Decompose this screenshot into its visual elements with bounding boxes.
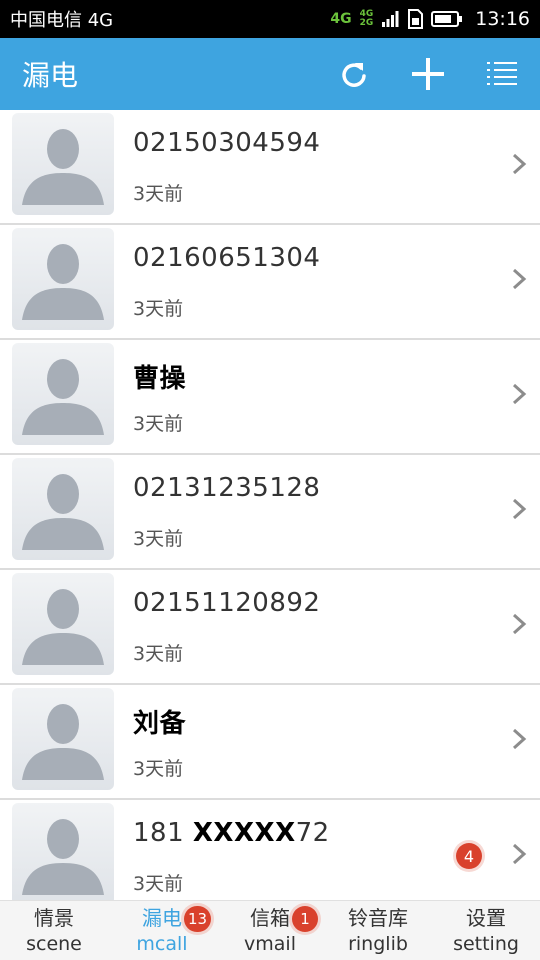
chevron-right-icon (512, 613, 527, 635)
missed-count-badge: 4 (456, 843, 482, 869)
caller-number-suffix: 72 (295, 818, 330, 848)
plus-icon (412, 58, 444, 90)
avatar (12, 573, 114, 675)
avatar-icon (22, 819, 104, 895)
avatar (12, 228, 114, 330)
list-item[interactable]: 02160651304 3天前 (0, 225, 540, 340)
avatar (12, 458, 114, 560)
caller-name: 181 XXXXX72 (133, 818, 330, 848)
tab-label-en: scene (26, 933, 82, 955)
tab-label-en: setting (453, 933, 519, 955)
sim-card-icon (408, 9, 424, 29)
call-time: 3天前 (133, 873, 184, 895)
chevron-right-icon (512, 728, 527, 750)
signal-icon (382, 11, 399, 27)
chevron-right-icon (512, 498, 527, 520)
tab-label-cn: 情景 (34, 906, 74, 930)
tab-label-en: ringlib (348, 933, 408, 955)
avatar-icon (22, 359, 104, 435)
avatar (12, 688, 114, 790)
tab-vmail[interactable]: 信箱 vmail 1 (216, 901, 324, 960)
avatar-icon (22, 704, 104, 780)
status-bar: 中国电信 4G 4G 4G 2G 13:16 (0, 0, 540, 38)
battery-icon (431, 11, 463, 27)
caller-name: 02151120892 (133, 588, 321, 618)
caller-number-prefix: 181 (133, 818, 193, 848)
caller-name: 02150304594 (133, 128, 321, 158)
page-title: 漏电 (22, 59, 79, 92)
list-item[interactable]: 刘备 3天前 (0, 685, 540, 800)
tab-setting[interactable]: 设置 setting (432, 901, 540, 960)
tab-badge: 13 (184, 906, 212, 932)
call-time: 3天前 (133, 413, 184, 435)
tab-badge: 1 (292, 906, 318, 932)
caller-name: 刘备 (133, 709, 187, 739)
refresh-icon (342, 63, 366, 87)
chevron-right-icon (512, 843, 527, 865)
tab-label-en: mcall (136, 933, 188, 955)
tab-label-cn: 设置 (466, 906, 506, 930)
call-time: 3天前 (133, 643, 184, 665)
list-item[interactable]: 02150304594 3天前 (0, 110, 540, 225)
network-2g-small-label: 2G (359, 18, 374, 28)
tab-scene[interactable]: 情景 scene (0, 901, 108, 960)
chevron-right-icon (512, 153, 527, 175)
avatar-icon (22, 244, 104, 320)
caller-name: 02160651304 (133, 243, 321, 273)
add-button[interactable] (408, 54, 448, 94)
tab-mcall[interactable]: 漏电 mcall 13 (108, 901, 216, 960)
header-actions (334, 38, 522, 110)
call-time: 3天前 (133, 298, 184, 320)
avatar-icon (22, 129, 104, 205)
avatar-icon (22, 589, 104, 665)
caller-name: 02131235128 (133, 473, 321, 503)
chevron-right-icon (512, 383, 527, 405)
chevron-right-icon (512, 268, 527, 290)
status-icons: 4G 4G 2G 13:16 (330, 8, 530, 30)
refresh-button[interactable] (334, 54, 374, 94)
tab-ringlib[interactable]: 铃音库 ringlib (324, 901, 432, 960)
menu-button[interactable] (482, 54, 522, 94)
bottom-tab-bar: 情景 scene 漏电 mcall 13 信箱 vmail 1 铃音库 ring… (0, 900, 540, 960)
call-time: 3天前 (133, 528, 184, 550)
call-time: 3天前 (133, 183, 184, 205)
list-item[interactable]: 181 XXXXX72 3天前 4 (0, 800, 540, 900)
carrier-label: 中国电信 4G (10, 10, 114, 31)
avatar (12, 803, 114, 900)
list-item[interactable]: 02131235128 3天前 (0, 455, 540, 570)
tab-label-cn: 铃音库 (348, 906, 408, 930)
app-header: 漏电 (0, 38, 540, 110)
network-dual-indicator: 4G 2G (360, 10, 374, 28)
tab-label-en: vmail (244, 933, 296, 955)
avatar (12, 113, 114, 215)
missed-call-list: 02150304594 3天前 02160651304 3天前 曹操 3天前 0… (0, 110, 540, 900)
avatar (12, 343, 114, 445)
network-4g-label: 4G (330, 11, 352, 27)
call-time: 3天前 (133, 758, 184, 780)
menu-list-icon (487, 62, 517, 85)
list-item[interactable]: 曹操 3天前 (0, 340, 540, 455)
list-item[interactable]: 02151120892 3天前 (0, 570, 540, 685)
clock: 13:16 (475, 8, 530, 30)
caller-number-mask: XXXXX (192, 818, 296, 848)
avatar-icon (22, 474, 104, 550)
caller-name: 曹操 (133, 364, 187, 394)
